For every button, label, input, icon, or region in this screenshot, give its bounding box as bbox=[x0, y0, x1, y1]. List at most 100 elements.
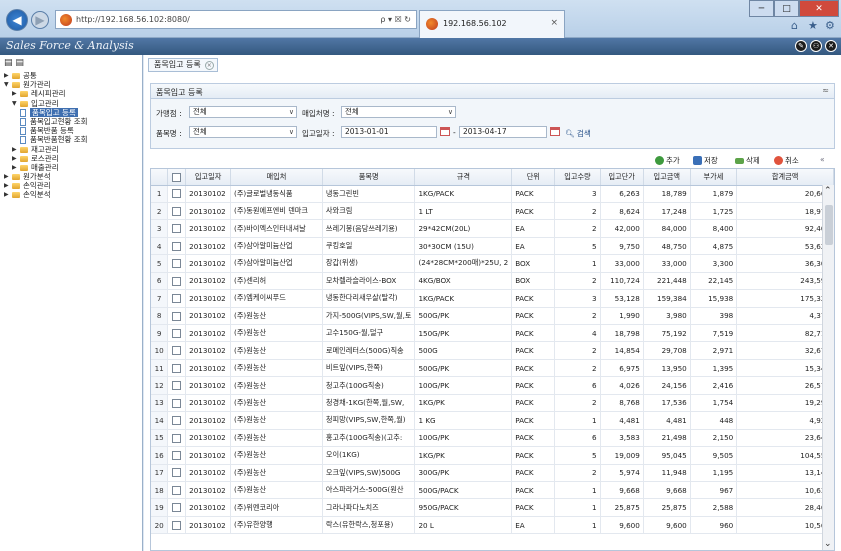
browser-tab[interactable]: 192.168.56.102 × bbox=[419, 10, 565, 38]
table-cell[interactable]: 53,625 bbox=[736, 237, 834, 256]
table-cell[interactable]: 4,929 bbox=[736, 411, 834, 430]
sidebar-item[interactable]: ▶ 로스관리 bbox=[0, 154, 143, 163]
table-cell[interactable]: (24*28CM*200매)*25U, 2 bbox=[414, 254, 513, 273]
column-header[interactable]: 입고금액 bbox=[643, 169, 691, 186]
table-cell[interactable]: 20130102 bbox=[185, 254, 232, 273]
table-cell[interactable]: 4,481 bbox=[600, 411, 644, 430]
sidebar-item[interactable]: 품목반품 등록 bbox=[0, 126, 143, 136]
grid-collapse-icon[interactable]: « bbox=[820, 155, 825, 164]
table-cell[interactable]: (주)글로벌냉동식품 bbox=[230, 185, 323, 203]
tree-toggle-icon[interactable]: ▤ ▤ bbox=[4, 58, 24, 68]
table-cell[interactable]: (주)유한양행 bbox=[230, 516, 323, 535]
table-cell[interactable]: PACK bbox=[511, 446, 556, 465]
table-cell[interactable]: 쿠킹호일 bbox=[322, 237, 416, 256]
table-cell[interactable]: PACK bbox=[511, 481, 556, 500]
table-cell[interactable]: 92,400 bbox=[736, 219, 834, 238]
save-button[interactable]: 저장 bbox=[693, 155, 718, 166]
column-header[interactable]: 매입처 bbox=[230, 169, 323, 186]
table-cell[interactable]: 20130102 bbox=[185, 219, 232, 238]
table-cell[interactable]: 20130102 bbox=[185, 481, 232, 500]
table-row[interactable]: 2 20130102 (주)동원에프엔비 덴마크 사와크림 1 LT PACK 2 8,624… bbox=[151, 202, 834, 221]
column-header[interactable]: 부가세 bbox=[690, 169, 738, 186]
table-cell[interactable]: 500G bbox=[414, 341, 513, 360]
table-cell[interactable]: 20130102 bbox=[185, 359, 232, 378]
table-cell[interactable]: 모차렐라슬라이스-BOX bbox=[322, 272, 416, 291]
scroll-thumb[interactable] bbox=[825, 205, 833, 245]
sidebar-item[interactable]: ▼ 원가관리 bbox=[0, 80, 143, 89]
table-row[interactable]: 7 20130102 (주)엠케이씨푸드 냉동한다리새우살(탈각) 1KG/PACK PA… bbox=[151, 289, 834, 308]
row-checkbox[interactable] bbox=[172, 328, 182, 338]
table-cell[interactable]: 300G/PK bbox=[414, 464, 513, 482]
table-cell[interactable]: 청경채-1KG(한쪽,월,SW, bbox=[322, 394, 416, 413]
table-cell[interactable]: 청피망(VIPS,SW,한쪽,월) bbox=[322, 411, 416, 430]
table-cell[interactable]: (주)원농산 bbox=[230, 359, 323, 378]
table-cell[interactable]: 6 bbox=[554, 376, 601, 395]
table-cell[interactable]: 2 bbox=[554, 464, 601, 482]
table-cell[interactable]: 6 bbox=[554, 429, 601, 448]
table-cell[interactable]: 3,980 bbox=[643, 307, 691, 326]
table-cell[interactable]: (주)원농산 bbox=[230, 324, 323, 343]
table-cell[interactable]: 1 KG bbox=[414, 411, 513, 430]
table-cell[interactable]: (주)원농산 bbox=[230, 429, 323, 448]
row-checkbox[interactable] bbox=[172, 433, 182, 443]
table-cell[interactable]: 9,600 bbox=[643, 516, 691, 535]
row-checkbox[interactable] bbox=[172, 468, 182, 478]
table-cell[interactable]: 159,384 bbox=[643, 289, 691, 308]
expanded-arrow-icon[interactable]: ▼ bbox=[4, 80, 9, 89]
table-cell[interactable]: 2 bbox=[554, 307, 601, 326]
table-cell[interactable]: (주)엠케이씨푸드 bbox=[230, 289, 323, 308]
row-checkbox[interactable] bbox=[172, 241, 182, 251]
table-cell[interactable]: 오크잎(VIPS,SW)500G bbox=[322, 464, 416, 482]
table-cell[interactable]: 2,588 bbox=[690, 498, 738, 517]
table-cell[interactable]: PACK bbox=[511, 341, 556, 360]
column-header[interactable]: 단위 bbox=[511, 169, 556, 186]
table-cell[interactable]: 30*30CM (15U) bbox=[414, 237, 513, 256]
table-cell[interactable]: 19,290 bbox=[736, 394, 834, 413]
table-cell[interactable]: PACK bbox=[511, 359, 556, 378]
table-row[interactable]: 9 20130102 (주)원농산 고수150G-월,덜구 150G/PK PACK 4 18… bbox=[151, 324, 834, 343]
expanded-arrow-icon[interactable]: ▼ bbox=[12, 99, 17, 108]
table-cell[interactable]: 500G/PACK bbox=[414, 481, 513, 500]
table-cell[interactable]: 15,938 bbox=[690, 289, 738, 308]
date-to-input[interactable]: 2013-04-17 bbox=[459, 126, 547, 138]
sidebar-item[interactable]: 품목입고 등록 bbox=[0, 107, 143, 117]
table-cell[interactable]: 2 bbox=[554, 219, 601, 238]
table-cell[interactable]: PACK bbox=[511, 411, 556, 430]
row-checkbox[interactable] bbox=[172, 398, 182, 408]
vendor-select[interactable]: 전체 ∨ bbox=[341, 106, 456, 118]
table-cell[interactable]: 104,550 bbox=[736, 446, 834, 465]
table-cell[interactable]: 13,143 bbox=[736, 464, 834, 482]
table-cell[interactable]: 17,248 bbox=[643, 202, 691, 221]
table-cell[interactable]: 1,990 bbox=[600, 307, 644, 326]
table-cell[interactable]: 4 bbox=[554, 324, 601, 343]
settings-gear-icon[interactable]: ⚙ bbox=[825, 19, 835, 32]
table-cell[interactable]: PACK bbox=[511, 429, 556, 448]
table-cell[interactable]: 5 bbox=[554, 446, 601, 465]
table-cell[interactable]: 1 bbox=[554, 516, 601, 535]
table-row[interactable]: 20 20130102 (주)유한양행 락스(유한락스,청포용) 20 L EA 1 9,60… bbox=[151, 516, 834, 535]
table-cell[interactable]: 82,711 bbox=[736, 324, 834, 343]
table-cell[interactable]: 쓰레기봉(음당쓰레기용) bbox=[322, 219, 416, 238]
table-cell[interactable]: 2,971 bbox=[690, 341, 738, 360]
table-cell[interactable]: 84,000 bbox=[643, 219, 691, 238]
table-cell[interactable]: 10,635 bbox=[736, 481, 834, 500]
row-checkbox[interactable] bbox=[172, 451, 182, 461]
table-row[interactable]: 8 20130102 (주)원농산 가지-500G(VIPS,SW,월,토 500G/P… bbox=[151, 307, 834, 326]
table-row[interactable]: 15 20130102 (주)원농산 홍고추(100G직송)(고추: 100G/PK PA… bbox=[151, 429, 834, 448]
table-cell[interactable]: 13,950 bbox=[643, 359, 691, 378]
select-all-checkbox[interactable] bbox=[172, 172, 182, 182]
table-cell[interactable]: 19,009 bbox=[600, 446, 644, 465]
table-cell[interactable]: 398 bbox=[690, 307, 738, 326]
table-cell[interactable]: 2 bbox=[554, 272, 601, 291]
table-cell[interactable]: 33,000 bbox=[643, 254, 691, 273]
table-cell[interactable]: 1,879 bbox=[690, 185, 738, 203]
table-cell[interactable]: 32,679 bbox=[736, 341, 834, 360]
table-cell[interactable]: 20130102 bbox=[185, 411, 232, 430]
sidebar-item[interactable]: ▼ 입고관리 bbox=[0, 99, 143, 108]
table-cell[interactable]: BOX bbox=[511, 272, 556, 291]
cancel-button[interactable]: 취소 bbox=[774, 155, 799, 166]
table-cell[interactable]: 6,263 bbox=[600, 185, 644, 203]
table-cell[interactable]: 18,973 bbox=[736, 202, 834, 221]
table-cell[interactable]: 4,875 bbox=[690, 237, 738, 256]
table-cell[interactable]: 4KG/BOX bbox=[414, 272, 513, 291]
